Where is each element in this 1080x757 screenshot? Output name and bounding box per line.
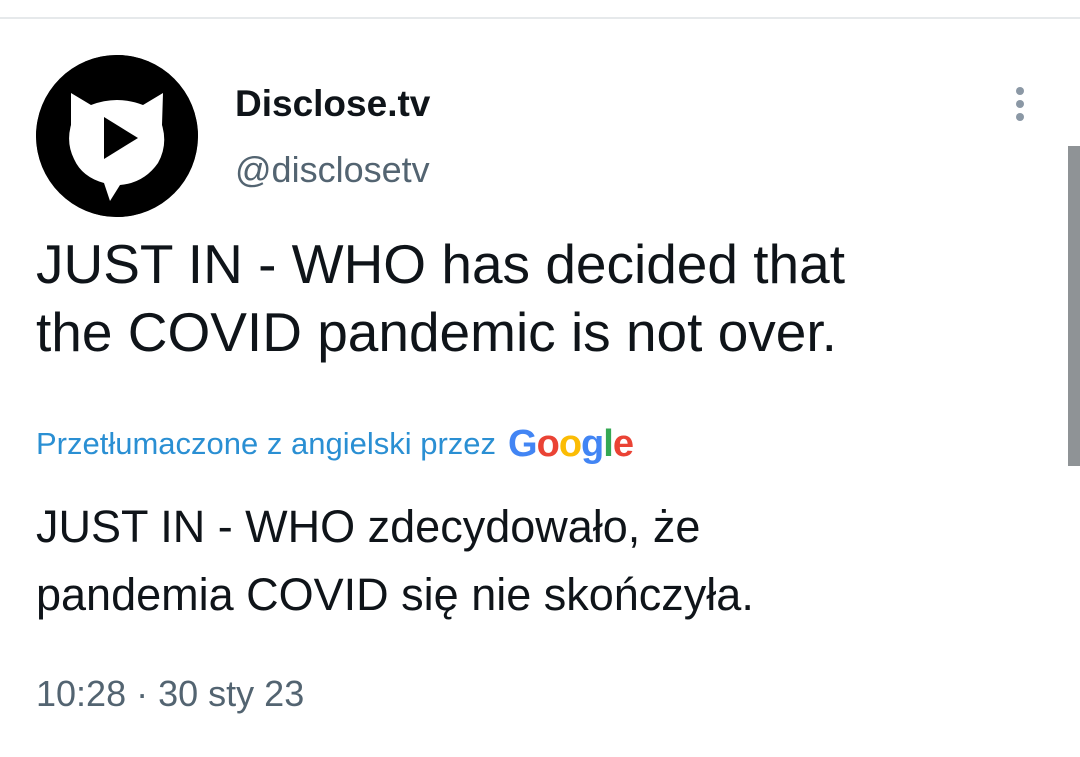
tweet-time[interactable]: 10:28 [36,673,126,714]
scrollbar[interactable] [1068,146,1080,466]
more-options-icon [1016,87,1024,95]
more-options-icon-dot [1016,113,1024,121]
translated-text-line: pandemia COVID się nie skończyła. [36,569,754,620]
translation-attribution[interactable]: Przetłumaczone z angielski przez Google [36,420,634,468]
tweet-text-line: JUST IN - WHO has decided that [36,233,845,295]
translated-tweet-text: JUST IN - WHO zdecydowało, że pandemia C… [36,493,1046,629]
google-logo: Google [508,422,634,465]
translated-by-label: Przetłumaczone z angielski przez [36,426,497,461]
more-options-icon-dot [1016,100,1024,108]
disclose-tv-logo-icon [36,55,198,217]
translated-text-line: JUST IN - WHO zdecydowało, że [36,501,701,552]
timestamp-row: 10:28 · 30 sty 23 [36,670,304,718]
top-divider [0,17,1080,19]
tweet-text-line: the COVID pandemic is not over. [36,301,837,363]
tweet-date[interactable]: 30 sty 23 [158,673,304,714]
display-name[interactable]: Disclose.tv [235,82,430,126]
avatar[interactable] [36,55,198,217]
timestamp-separator: · [136,673,149,714]
user-handle[interactable]: @disclosetv [235,148,430,192]
tweet-text: JUST IN - WHO has decided that the COVID… [36,230,1046,366]
more-options-button[interactable] [1004,82,1036,126]
